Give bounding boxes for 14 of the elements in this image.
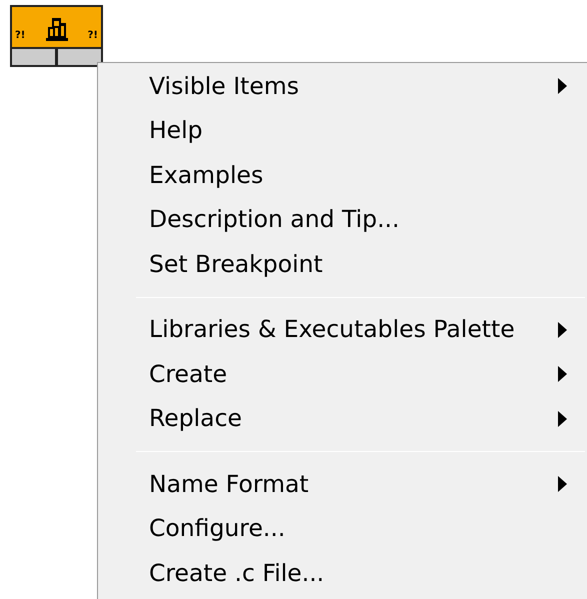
- menu-item[interactable]: Replace: [98, 396, 587, 441]
- menu-item[interactable]: Examples: [98, 153, 587, 198]
- menu-item[interactable]: Name Format: [98, 462, 587, 506]
- warning-mark: ?!: [15, 31, 26, 41]
- menu-item[interactable]: Create .c File...: [98, 551, 587, 596]
- menu-item[interactable]: Help: [98, 108, 587, 153]
- warning-mark: ?!: [88, 31, 98, 41]
- menu-item[interactable]: Description and Tip...: [98, 198, 587, 242]
- menu-item[interactable]: Configure...: [98, 506, 587, 551]
- menu-item[interactable]: Create: [98, 352, 587, 396]
- menu-item[interactable]: Libraries & Executables Palette: [98, 308, 587, 352]
- menu-item[interactable]: Visible Items: [98, 64, 587, 108]
- menu-item[interactable]: Set Breakpoint: [98, 242, 587, 286]
- function-node[interactable]: ?! ?!: [10, 5, 103, 67]
